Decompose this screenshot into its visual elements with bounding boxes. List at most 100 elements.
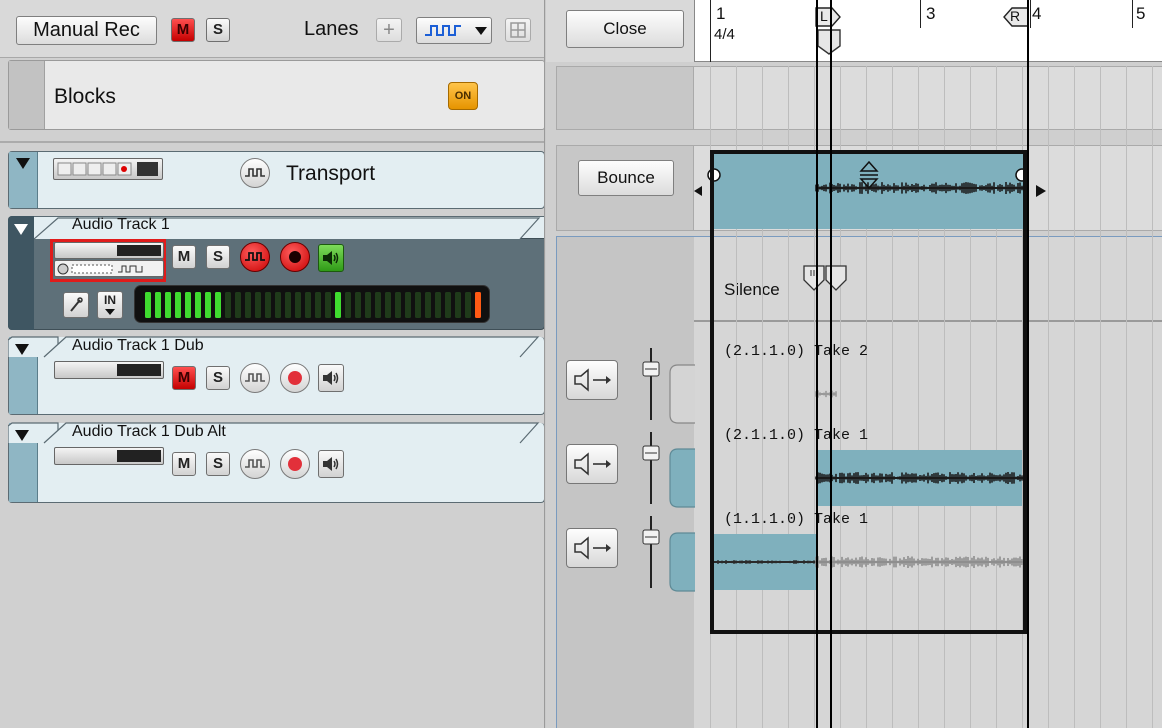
- monitor-waveform-button[interactable]: [240, 363, 270, 393]
- waveform-icon: [245, 252, 265, 261]
- meter-segment: [155, 292, 161, 318]
- waveform-icon: [245, 373, 265, 382]
- track-mute-button[interactable]: M: [172, 452, 196, 476]
- track-solo-button[interactable]: S: [206, 366, 230, 390]
- meter-segment: [225, 292, 231, 318]
- record-dot-icon: [289, 251, 301, 263]
- meter-segment: [475, 292, 481, 318]
- speaker-icon: [323, 251, 339, 265]
- meter-segment: [435, 292, 441, 318]
- audio-device-2-icon[interactable]: [54, 260, 164, 277]
- meter-segment: [195, 292, 201, 318]
- record-arm-button[interactable]: [280, 449, 310, 479]
- meter-segment: [405, 292, 411, 318]
- record-arm-button[interactable]: [280, 363, 310, 393]
- meter-segments: [145, 292, 481, 318]
- meter-segment: [335, 292, 341, 318]
- speaker-arrow-icon: [574, 536, 611, 560]
- lane-tab-3[interactable]: [668, 532, 696, 592]
- meter-segment: [275, 292, 281, 318]
- meter-segment: [365, 292, 371, 318]
- meter-segment: [375, 292, 381, 318]
- right-locator-line: [1027, 0, 1029, 728]
- speaker-icon: [323, 371, 339, 385]
- manual-rec-button[interactable]: Manual Rec: [16, 16, 157, 45]
- lane-1-fader[interactable]: [640, 346, 662, 422]
- global-mute-button[interactable]: M: [171, 18, 195, 42]
- blocks-label: Blocks: [54, 85, 116, 108]
- wrench-icon: [70, 297, 83, 312]
- audio-device-icon[interactable]: [54, 242, 164, 259]
- song-position-line: [830, 0, 832, 728]
- meter-segment: [305, 292, 311, 318]
- collapse-triangle-icon[interactable]: [14, 224, 28, 235]
- lane-2-fader[interactable]: [640, 430, 662, 506]
- collapse-triangle-icon[interactable]: [15, 344, 29, 355]
- track-speaker-button[interactable]: [318, 450, 344, 478]
- lane-3-audition-button[interactable]: [566, 528, 618, 568]
- track-solo-button[interactable]: S: [206, 245, 230, 269]
- lane-3-fader[interactable]: [640, 514, 662, 590]
- speaker-icon: [323, 457, 339, 471]
- track-name: Audio Track 1 Dub: [72, 337, 204, 354]
- input-select-button[interactable]: IN: [97, 291, 123, 319]
- transport-device-icon[interactable]: [53, 158, 163, 180]
- collapse-triangle-icon[interactable]: [16, 158, 30, 169]
- blocks-on-toggle[interactable]: ON: [448, 82, 478, 110]
- track-mute-button[interactable]: M: [172, 366, 196, 390]
- section-divider: [0, 141, 544, 143]
- track-list-panel: Manual Rec M S Lanes + Blocks ON Transpo…: [0, 0, 545, 728]
- sequencer-panel: Close 1 4/4 3 4 5 L R Bounce Silence (2.…: [546, 0, 1162, 728]
- meter-segment: [325, 292, 331, 318]
- speaker-arrow-icon: [574, 368, 611, 392]
- meter-segment: [295, 292, 301, 318]
- meter-segment: [255, 292, 261, 318]
- lane-tab-2[interactable]: [668, 448, 696, 508]
- monitor-waveform-button[interactable]: [240, 449, 270, 479]
- audio-device-icon[interactable]: [54, 447, 164, 465]
- lane-mode-dropdown[interactable]: [416, 17, 492, 44]
- meter-segment: [455, 292, 461, 318]
- automation-button[interactable]: [63, 292, 89, 318]
- lane-tab-1[interactable]: [668, 364, 696, 424]
- add-lane-button[interactable]: +: [376, 18, 402, 42]
- meter-segment: [355, 292, 361, 318]
- meter-segment: [145, 292, 151, 318]
- dropdown-arrow-icon: [105, 309, 115, 315]
- knob-icon: [57, 263, 143, 275]
- meter-segment: [185, 292, 191, 318]
- meter-segment: [265, 292, 271, 318]
- meter-segment: [445, 292, 451, 318]
- monitor-waveform-button[interactable]: [240, 242, 270, 272]
- lane-1-audition-button[interactable]: [566, 360, 618, 400]
- meter-segment: [315, 292, 321, 318]
- track-speaker-button[interactable]: [318, 364, 344, 392]
- track-name: Audio Track 1: [72, 216, 170, 233]
- comp-selection-frame[interactable]: [710, 150, 1027, 634]
- collapse-triangle-icon[interactable]: [15, 430, 29, 441]
- track-solo-button[interactable]: S: [206, 452, 230, 476]
- audio-device-icon[interactable]: [54, 361, 164, 379]
- lane-layout-button[interactable]: [505, 18, 531, 42]
- track-mute-button[interactable]: M: [172, 245, 196, 269]
- transport-controls-icon: [57, 162, 158, 176]
- transport-track-name: Transport: [286, 162, 376, 185]
- global-solo-button[interactable]: S: [206, 18, 230, 42]
- record-arm-button[interactable]: [280, 242, 310, 272]
- track-name: Audio Track 1 Dub Alt: [72, 423, 226, 440]
- speaker-arrow-icon: [574, 452, 611, 476]
- lane-2-audition-button[interactable]: [566, 444, 618, 484]
- meter-segment: [385, 292, 391, 318]
- meter-segment: [465, 292, 471, 318]
- record-dot-icon: [288, 457, 302, 471]
- meter-segment: [395, 292, 401, 318]
- meter-segment: [345, 292, 351, 318]
- dropdown-arrow-icon: [475, 27, 487, 35]
- waveform-icon: [425, 25, 461, 36]
- meter-segment: [285, 292, 291, 318]
- input-label: IN: [104, 293, 116, 307]
- transport-waveform-icon: [240, 158, 270, 188]
- record-dot-icon: [288, 371, 302, 385]
- waveform-icon: [245, 459, 265, 468]
- track-speaker-button[interactable]: [318, 244, 344, 272]
